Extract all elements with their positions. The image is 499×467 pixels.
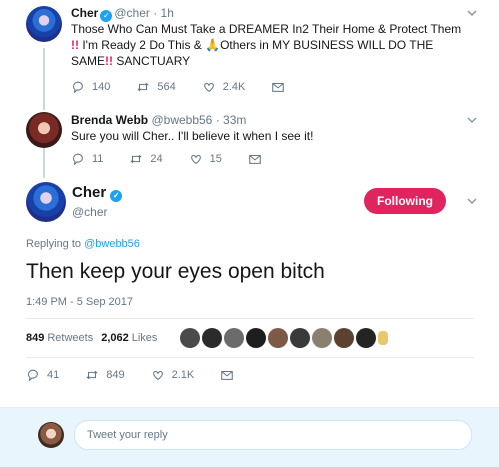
tweet-text: Those Who Can Must Take a DREAMER In2 Th… xyxy=(71,22,462,68)
message-button[interactable] xyxy=(248,152,269,166)
avatar[interactable] xyxy=(26,112,62,148)
retweet-icon xyxy=(137,82,149,92)
envelope-icon xyxy=(272,82,285,92)
reply-input[interactable]: Tweet your reply xyxy=(74,420,472,450)
retweet-button[interactable]: 849 xyxy=(85,368,125,382)
retweet-icon xyxy=(86,370,98,380)
avatar xyxy=(38,422,64,448)
retweet-icon xyxy=(130,154,143,164)
heart-icon xyxy=(152,370,163,381)
retweet-button[interactable]: 24 xyxy=(129,152,163,166)
message-button[interactable] xyxy=(271,80,292,94)
heart-icon xyxy=(190,154,201,165)
replying-to: Replying to @bwebb56 xyxy=(26,238,140,250)
folded-hands-emoji: 🙏 xyxy=(205,38,221,52)
avatar[interactable] xyxy=(356,328,376,348)
tweet-actions: 41 849 2.1K xyxy=(26,368,267,382)
reply-icon xyxy=(73,81,83,94)
verified-icon: ✓ xyxy=(110,190,123,202)
envelope-icon xyxy=(221,370,234,380)
divider xyxy=(26,357,474,358)
reply-icon xyxy=(28,369,38,382)
tweet-actions: 140 564 2.4K xyxy=(71,80,318,94)
avatar[interactable] xyxy=(268,328,288,348)
avatar[interactable] xyxy=(334,328,354,348)
likes-count[interactable]: 2,062 Likes xyxy=(101,332,157,344)
like-button[interactable]: 2.4K xyxy=(202,80,245,94)
user-handle[interactable]: @cher xyxy=(72,205,108,219)
tweet-header: Cher ✓ @cher · 1h xyxy=(71,6,174,22)
chevron-down-icon[interactable] xyxy=(466,7,478,19)
retweets-count[interactable]: 849 Retweets xyxy=(26,332,93,344)
retweet-button[interactable]: 564 xyxy=(136,80,176,94)
user-handle[interactable]: @bwebb56 xyxy=(151,113,212,127)
tweet-text: Sure you will Cher.. I'll believe it whe… xyxy=(71,129,314,143)
user-handle[interactable]: @cher xyxy=(114,6,150,20)
avatar[interactable] xyxy=(290,328,310,348)
divider xyxy=(26,318,474,319)
thread-line xyxy=(43,148,45,178)
display-name[interactable]: Cher ✓ xyxy=(72,184,124,202)
tweet-header: Brenda Webb @bwebb56 · 33m xyxy=(71,113,247,127)
heart-icon xyxy=(203,82,214,93)
reply-button[interactable]: 41 xyxy=(26,368,59,382)
following-button[interactable]: Following xyxy=(364,188,446,214)
avatar[interactable] xyxy=(312,328,332,348)
avatar[interactable] xyxy=(26,182,66,222)
tweet-time[interactable]: 33m xyxy=(223,113,246,127)
like-button[interactable]: 2.1K xyxy=(151,368,194,382)
envelope-icon xyxy=(249,154,261,164)
avatar[interactable] xyxy=(180,328,200,348)
avatar[interactable] xyxy=(246,328,266,348)
tweet-text: Then keep your eyes open bitch xyxy=(26,260,325,283)
likers-avatars xyxy=(180,328,390,348)
avatar[interactable] xyxy=(202,328,222,348)
thread-line xyxy=(43,48,45,110)
tweet-timestamp[interactable]: 1:49 PM - 5 Sep 2017 xyxy=(26,296,133,308)
avatar[interactable] xyxy=(378,331,388,345)
message-button[interactable] xyxy=(220,368,241,382)
reply-button[interactable]: 11 xyxy=(71,152,103,166)
engagement-stats: 849 Retweets 2,062 Likes xyxy=(26,332,165,344)
replying-handle-link[interactable]: @bwebb56 xyxy=(84,238,140,250)
display-name[interactable]: Brenda Webb xyxy=(71,113,148,127)
reply-button[interactable]: 140 xyxy=(71,80,110,94)
tweet-time[interactable]: 1h xyxy=(161,6,174,20)
reply-icon xyxy=(73,153,83,166)
tweet-actions: 11 24 15 xyxy=(71,152,295,166)
avatar[interactable] xyxy=(224,328,244,348)
avatar[interactable] xyxy=(26,6,62,42)
chevron-down-icon[interactable] xyxy=(466,114,478,126)
display-name[interactable]: Cher xyxy=(71,6,98,20)
chevron-down-icon[interactable] xyxy=(466,195,478,207)
like-button[interactable]: 15 xyxy=(189,152,222,166)
